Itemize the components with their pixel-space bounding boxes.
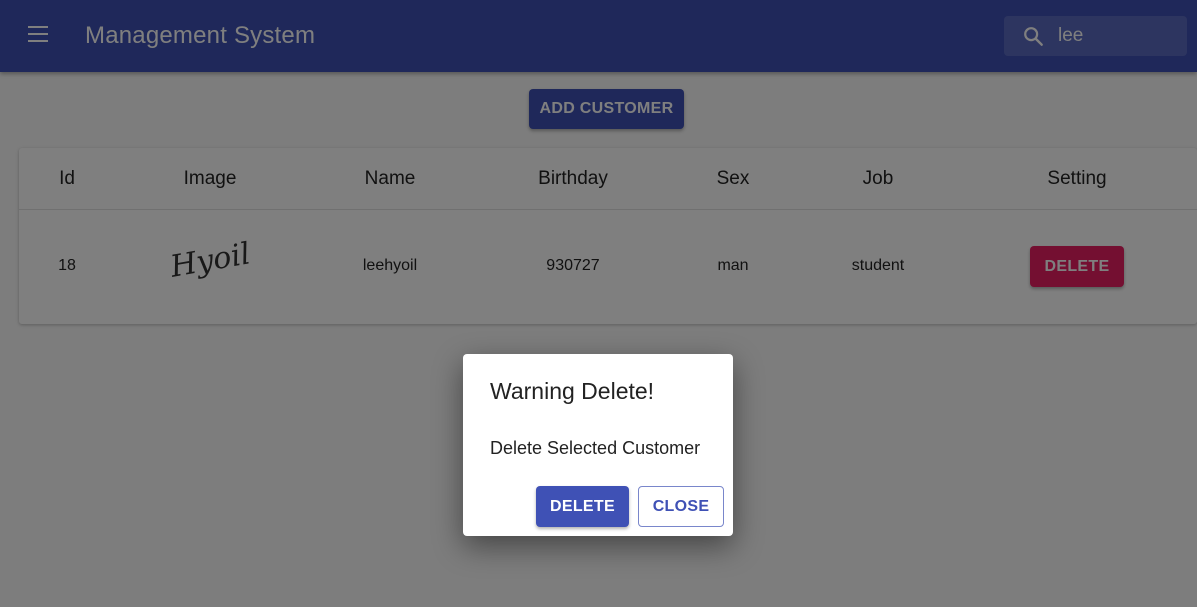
delete-dialog: Warning Delete! Delete Selected Customer… [463, 354, 733, 536]
dialog-message: Delete Selected Customer [490, 438, 701, 458]
close-button[interactable]: CLOSE [638, 486, 724, 527]
dialog-title: Warning Delete! [490, 378, 655, 404]
confirm-delete-button[interactable]: DELETE [536, 486, 629, 527]
